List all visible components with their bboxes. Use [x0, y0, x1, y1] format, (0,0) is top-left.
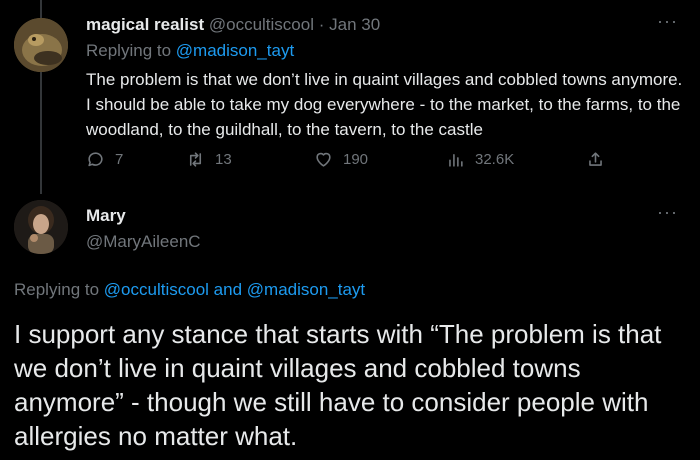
tweet1-header: magical realist @occultiscool · Jan 30 [86, 15, 380, 35]
tweet2-text: I support any stance that starts with “T… [14, 319, 662, 451]
tweet1-actions: 7 13 190 32.6K [86, 150, 616, 174]
retweet-count: 13 [215, 151, 232, 168]
tweet1-replying-to: Replying to @madison_tayt [86, 41, 294, 61]
tweet2-replying-and[interactable]: and [214, 280, 242, 299]
tweet1-replying-prefix: Replying to [86, 41, 172, 60]
share-button[interactable] [586, 150, 605, 169]
tweet1-replying-handle[interactable]: @madison_tayt [176, 41, 294, 60]
reply-icon [88, 152, 103, 167]
reply-count: 7 [115, 151, 124, 168]
tweet1-text: The problem is that we don’t live in qua… [86, 70, 683, 139]
views-count: 32.6K [475, 151, 515, 168]
tweet2-replying-prefix: Replying to [14, 280, 100, 299]
views-chart-icon [449, 153, 463, 167]
views-button[interactable]: 32.6K [446, 150, 514, 169]
tweet1-handle[interactable]: @occultiscool [209, 15, 314, 34]
heart-icon [316, 152, 331, 167]
avatar-image [14, 200, 68, 254]
avatar-image [14, 18, 68, 72]
tweet2-replying-handle-2[interactable]: @madison_tayt [247, 280, 365, 299]
tweet2-replying-to: Replying to @occultiscool and @madison_t… [14, 280, 365, 300]
like-count: 190 [343, 151, 369, 168]
tweet1-display-name[interactable]: magical realist [86, 15, 204, 34]
tweet1-date[interactable]: Jan 30 [329, 15, 380, 34]
tweet2-handle[interactable]: @MaryAileenC [86, 232, 201, 252]
tweet2-replying-handle-1[interactable]: @occultiscool [104, 280, 209, 299]
avatar-mary[interactable] [14, 200, 68, 254]
thread-line-connector [40, 72, 42, 194]
avatar-magical-realist[interactable] [14, 18, 68, 72]
reply-button[interactable]: 7 [86, 150, 123, 169]
tweet1-more-icon[interactable]: ··· [657, 12, 678, 30]
retweet-button[interactable]: 13 [186, 150, 232, 169]
tweet2-more-icon[interactable]: ··· [657, 203, 678, 221]
tweet1-separator: · [318, 15, 325, 34]
retweet-icon [189, 152, 202, 167]
thread-line-top [40, 0, 42, 18]
like-button[interactable]: 190 [314, 150, 368, 169]
tweet2-display-name[interactable]: Mary [86, 206, 126, 226]
share-icon [589, 152, 602, 166]
